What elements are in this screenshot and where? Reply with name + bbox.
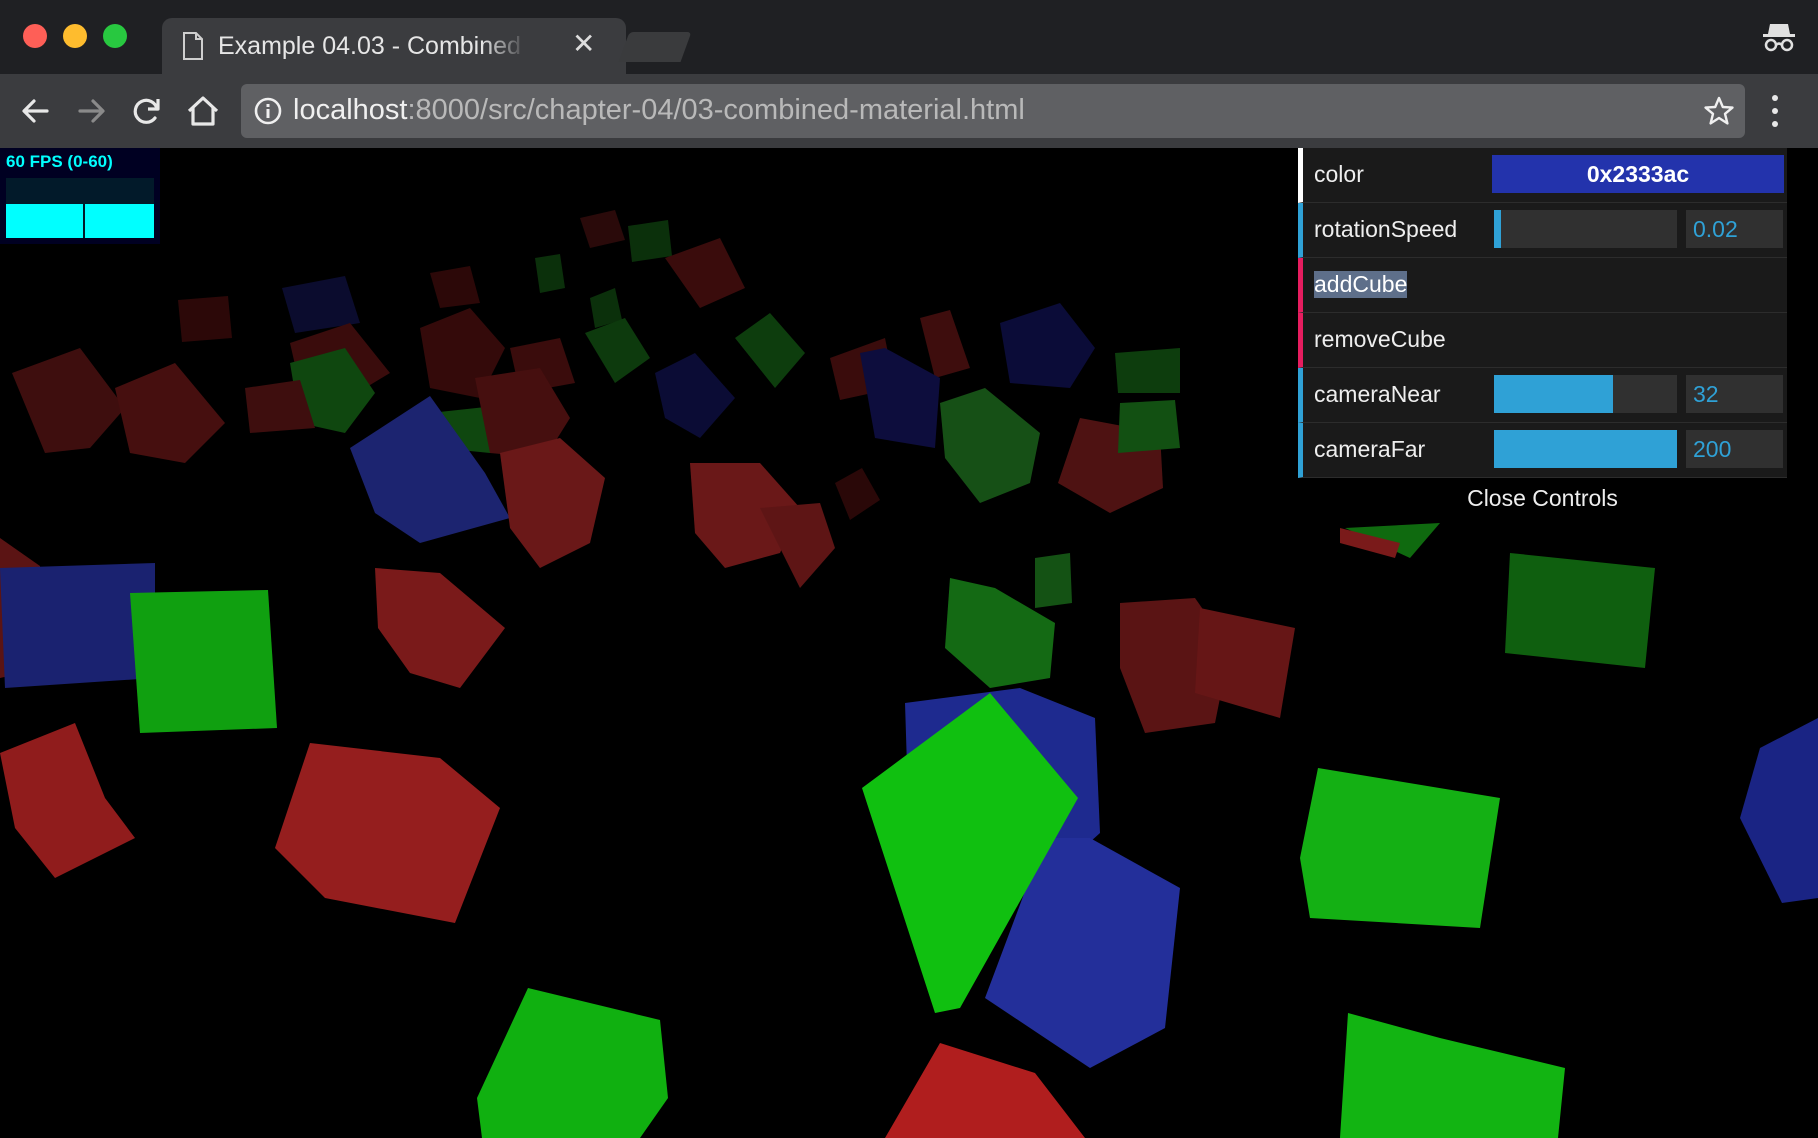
- rotation-speed-slider[interactable]: [1494, 210, 1677, 248]
- camera-near-input[interactable]: 32: [1686, 375, 1783, 413]
- cube: [0, 723, 135, 878]
- camera-far-input[interactable]: 200: [1686, 430, 1783, 468]
- cube: [535, 254, 565, 293]
- cube: [580, 210, 625, 248]
- cube: [585, 318, 650, 383]
- cube: [860, 348, 940, 448]
- fps-graph-bar: [85, 204, 154, 238]
- rotation-speed-label: rotationSpeed: [1314, 216, 1458, 242]
- close-tab-icon[interactable]: ✕: [572, 30, 595, 58]
- camera-far-control: cameraFar 200: [1298, 423, 1787, 478]
- cube: [1740, 718, 1818, 903]
- remove-cube-label: removeCube: [1314, 326, 1446, 352]
- color-control: color 0x2333ac: [1298, 148, 1787, 203]
- document-icon: [182, 32, 204, 65]
- window-minimize-button[interactable]: [63, 24, 87, 48]
- incognito-icon: [1762, 20, 1796, 59]
- cube: [835, 468, 880, 520]
- webgl-viewport[interactable]: 60 FPS (0-60) color 0x2333ac rotationSpe…: [0, 148, 1818, 1138]
- rotation-speed-control: rotationSpeed 0.02: [1298, 203, 1787, 258]
- cube: [375, 568, 505, 688]
- slider-fill: [1494, 375, 1613, 413]
- rotation-speed-input[interactable]: 0.02: [1686, 210, 1783, 248]
- url-host: localhost: [293, 94, 408, 126]
- camera-near-control: cameraNear 32: [1298, 368, 1787, 423]
- cube: [130, 590, 277, 733]
- fps-graph-bar: [6, 204, 83, 238]
- cube: [885, 1043, 1085, 1138]
- window-close-button[interactable]: [23, 24, 47, 48]
- address-bar[interactable]: localhost:8000/src/chapter-04/03-combine…: [241, 84, 1745, 138]
- cube: [1115, 348, 1180, 393]
- info-icon[interactable]: [253, 96, 283, 131]
- cube: [275, 743, 500, 923]
- cube: [1000, 303, 1095, 388]
- add-cube-label: addCube: [1314, 271, 1408, 298]
- cube: [1300, 768, 1500, 928]
- cube: [1340, 1013, 1565, 1138]
- forward-arrow-icon[interactable]: [72, 92, 110, 130]
- tab-title: Example 04.03 - Combined Material: [218, 32, 528, 60]
- window-maximize-button[interactable]: [103, 24, 127, 48]
- fps-graph: [6, 178, 154, 238]
- controls-panel: color 0x2333ac rotationSpeed 0.02 addCub…: [1298, 148, 1787, 518]
- color-label: color: [1314, 161, 1364, 187]
- home-icon[interactable]: [184, 92, 222, 130]
- cube: [178, 296, 232, 342]
- fps-stats-panel[interactable]: 60 FPS (0-60): [0, 148, 160, 244]
- cube: [0, 563, 155, 688]
- camera-near-slider[interactable]: [1494, 375, 1677, 413]
- camera-far-label: cameraFar: [1314, 436, 1426, 462]
- reload-icon[interactable]: [128, 92, 166, 130]
- cube: [940, 388, 1040, 503]
- cube: [12, 348, 125, 453]
- cube: [1505, 553, 1655, 668]
- color-picker[interactable]: 0x2333ac: [1492, 155, 1784, 193]
- remove-cube-button[interactable]: removeCube: [1298, 313, 1787, 368]
- cube: [477, 988, 668, 1138]
- fps-label: 60 FPS (0-60): [6, 152, 113, 171]
- cube: [1035, 553, 1072, 608]
- cube: [735, 313, 805, 388]
- bookmark-star-icon[interactable]: [1703, 95, 1735, 132]
- browser-title-bar: Example 04.03 - Combined Material ✕: [0, 0, 1818, 74]
- cube: [655, 353, 735, 438]
- close-controls-button[interactable]: Close Controls: [1298, 478, 1787, 518]
- cube: [665, 238, 745, 308]
- slider-fill: [1494, 210, 1502, 248]
- back-arrow-icon[interactable]: [17, 92, 55, 130]
- slider-fill: [1494, 430, 1677, 468]
- camera-far-slider[interactable]: [1494, 430, 1677, 468]
- add-cube-button[interactable]: addCube: [1298, 258, 1787, 313]
- cube: [628, 220, 672, 262]
- camera-near-label: cameraNear: [1314, 381, 1441, 407]
- cube: [500, 438, 605, 568]
- browser-toolbar: localhost:8000/src/chapter-04/03-combine…: [0, 74, 1818, 148]
- cube: [1118, 400, 1180, 453]
- url-path: :8000/src/chapter-04/03-combined-materia…: [407, 94, 1025, 126]
- new-tab-button[interactable]: [618, 32, 692, 62]
- browser-tab[interactable]: Example 04.03 - Combined Material ✕: [162, 18, 626, 74]
- url-text: localhost:8000/src/chapter-04/03-combine…: [293, 94, 1025, 127]
- cube: [115, 363, 225, 463]
- cube: [430, 266, 480, 308]
- cube: [920, 310, 970, 378]
- kebab-menu-icon[interactable]: [1770, 92, 1780, 135]
